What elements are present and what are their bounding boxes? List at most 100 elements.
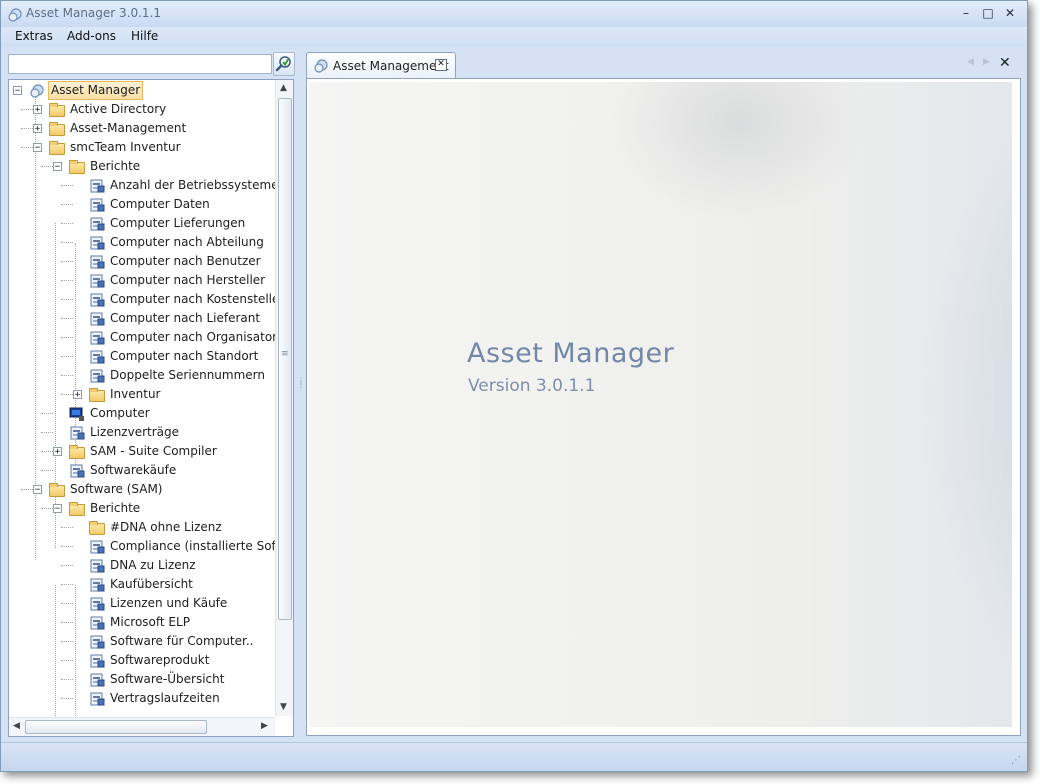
- tree-node[interactable]: + Active Directory: [9, 100, 275, 119]
- report-icon: [89, 178, 105, 194]
- tree-connector: [61, 356, 73, 357]
- scroll-down-icon[interactable]: ▼: [280, 702, 287, 712]
- tab-scroll-right-icon[interactable]: ▶: [983, 57, 990, 67]
- close-tab-button[interactable]: ✕: [999, 55, 1011, 71]
- tree-node[interactable]: Software-Übersicht: [9, 670, 275, 689]
- menu-extras[interactable]: Extras: [11, 29, 57, 43]
- tree-node[interactable]: Anzahl der Betriebssysteme: [9, 176, 275, 195]
- tree-node[interactable]: Lizenzverträge: [9, 423, 275, 442]
- collapse-icon[interactable]: −: [53, 162, 62, 172]
- tree-node[interactable]: #DNA ohne Lizenz: [9, 518, 275, 537]
- tree-node-label: Berichte: [90, 159, 141, 173]
- tree-connector: [61, 185, 73, 186]
- tree-connector: [61, 280, 73, 281]
- tree-node[interactable]: Doppelte Seriennummern: [9, 366, 275, 385]
- search-button[interactable]: [273, 52, 295, 76]
- folder-report-icon: [89, 521, 105, 535]
- tree-node[interactable]: Compliance (installierte Soft...: [9, 537, 275, 556]
- tree-node[interactable]: − Berichte: [9, 157, 275, 176]
- tree-node[interactable]: Computer nach Standort: [9, 347, 275, 366]
- title-bar[interactable]: Asset Manager 3.0.1.1 – □ ✕: [1, 1, 1027, 27]
- tree-node[interactable]: Kaufübersicht: [9, 575, 275, 594]
- report-icon: [89, 539, 105, 555]
- collapse-icon[interactable]: −: [33, 485, 42, 495]
- tree-node[interactable]: Softwareprodukt: [9, 651, 275, 670]
- report-icon: [89, 311, 105, 327]
- tree-scroll-thumb[interactable]: ≡: [278, 98, 292, 620]
- tree-node-label: Softwarekäufe: [90, 463, 177, 477]
- tree-node-label: Active Directory: [70, 102, 167, 116]
- minimize-button[interactable]: –: [957, 5, 975, 21]
- tree-node[interactable]: Software für Computer..: [9, 632, 275, 651]
- search-input[interactable]: [8, 54, 272, 74]
- scroll-right-icon[interactable]: ▶: [261, 721, 268, 731]
- tree-node-label: Compliance (installierte Soft...: [110, 539, 275, 553]
- tree-node[interactable]: − Berichte: [9, 499, 275, 518]
- tree-node[interactable]: Computer nach Organisatori...: [9, 328, 275, 347]
- report-icon: [89, 273, 105, 289]
- tree-node[interactable]: Lizenzen und Käufe: [9, 594, 275, 613]
- tree-node-label: Computer Daten: [110, 197, 210, 211]
- tab-asset-management[interactable]: Asset Management ✕: [306, 52, 456, 78]
- tree-node[interactable]: Computer nach Lieferant: [9, 309, 275, 328]
- tree-node[interactable]: Vertragslaufzeiten: [9, 689, 275, 708]
- tree-node[interactable]: Computer: [9, 404, 275, 423]
- tree-node[interactable]: Computer nach Kostenstellen: [9, 290, 275, 309]
- tree-horizontal-scrollbar[interactable]: ◀ ▶: [9, 717, 275, 736]
- tree-node-label: DNA zu Lizenz: [110, 558, 196, 572]
- tree-connector: [61, 394, 73, 395]
- tree-node[interactable]: Computer Lieferungen: [9, 214, 275, 233]
- menu-hilfe[interactable]: Hilfe: [127, 29, 162, 43]
- app-icon: [29, 83, 45, 99]
- tab-scroll-left-icon[interactable]: ◀: [967, 57, 974, 67]
- close-button[interactable]: ✕: [1001, 5, 1019, 21]
- tree-node[interactable]: Computer nach Benutzer: [9, 252, 275, 271]
- tree-connector: [61, 584, 73, 585]
- folder-open-icon: [69, 502, 85, 516]
- tree-node[interactable]: + SAM - Suite Compiler: [9, 442, 275, 461]
- tree-node[interactable]: Computer nach Hersteller: [9, 271, 275, 290]
- window-title: Asset Manager 3.0.1.1: [26, 6, 162, 20]
- tree-node-label: Computer nach Kostenstellen: [110, 292, 275, 306]
- tree-node[interactable]: − smcTeam Inventur: [9, 138, 275, 157]
- report-icon: [69, 425, 85, 441]
- folder-icon: [69, 445, 85, 459]
- tree-node-label: Vertragslaufzeiten: [110, 691, 220, 705]
- tree-vertical-scrollbar[interactable]: ▲ ≡ ▼: [275, 80, 293, 716]
- maximize-button[interactable]: □: [979, 5, 997, 21]
- collapse-icon[interactable]: −: [53, 504, 62, 514]
- tree-node[interactable]: Microsoft ELP: [9, 613, 275, 632]
- tree-connector: [61, 318, 73, 319]
- tree-connector: [21, 147, 33, 148]
- resize-grip-icon[interactable]: ⋰: [1011, 755, 1023, 767]
- collapse-icon[interactable]: −: [13, 86, 22, 96]
- collapse-icon[interactable]: −: [33, 143, 42, 153]
- tree-node[interactable]: Computer Daten: [9, 195, 275, 214]
- tree-node-label: Computer nach Standort: [110, 349, 259, 363]
- tree-node-label: Software-Übersicht: [110, 672, 225, 686]
- tree-node[interactable]: DNA zu Lizenz: [9, 556, 275, 575]
- tree-node[interactable]: − Software (SAM): [9, 480, 275, 499]
- tree-horizontal-thumb[interactable]: [25, 720, 207, 734]
- tree-node-label: Computer nach Organisatori...: [110, 330, 275, 344]
- expand-icon[interactable]: +: [33, 124, 42, 134]
- tree-node-label: Computer nach Benutzer: [110, 254, 261, 268]
- tree-node[interactable]: + Asset-Management: [9, 119, 275, 138]
- folder-open-icon: [49, 141, 65, 155]
- panel-splitter[interactable]: ⋮ ⋮: [296, 49, 305, 739]
- tree-node[interactable]: + Inventur: [9, 385, 275, 404]
- tab-close-button[interactable]: ✕: [435, 59, 447, 71]
- expand-icon[interactable]: +: [33, 105, 42, 115]
- scroll-left-icon[interactable]: ◀: [13, 721, 20, 731]
- scroll-up-icon[interactable]: ▲: [280, 83, 287, 93]
- grip-icon: ≡: [281, 349, 289, 359]
- navigation-tree[interactable]: − Asset Manager + Active Directory + Asset-Ma…: [8, 79, 294, 737]
- expand-icon[interactable]: +: [53, 447, 62, 457]
- report-icon: [89, 672, 105, 688]
- tree-node[interactable]: Computer nach Abteilung: [9, 233, 275, 252]
- menu-add-ons[interactable]: Add-ons: [63, 29, 120, 43]
- report-icon: [89, 653, 105, 669]
- tree-node[interactable]: Softwarekäufe: [9, 461, 275, 480]
- tree-node[interactable]: − Asset Manager: [9, 81, 275, 100]
- expand-icon[interactable]: +: [73, 390, 82, 400]
